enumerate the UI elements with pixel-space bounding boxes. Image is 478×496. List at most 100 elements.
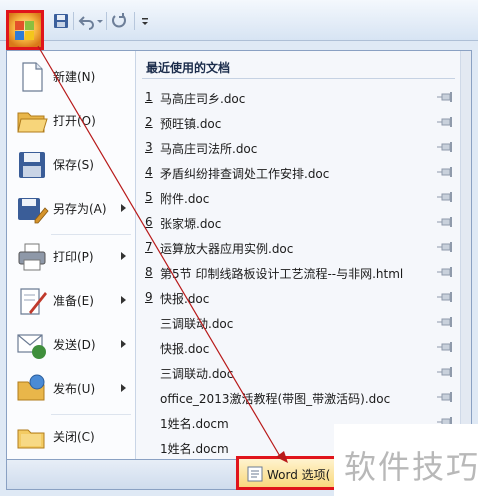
- watermark-area: 软件技巧: [334, 424, 478, 496]
- save-command-label: 保存(S): [53, 158, 94, 172]
- recent-document-number: 4: [145, 165, 153, 179]
- recent-document-item[interactable]: office_2013激活教程(带图_带激活码).doc: [136, 385, 461, 410]
- recent-document-item[interactable]: 三调联动.doc: [136, 360, 461, 385]
- quick-access-toolbar: [0, 0, 478, 41]
- recent-document-number: 6: [145, 215, 153, 229]
- undo-icon[interactable]: [78, 12, 96, 30]
- recent-document-name: 快报.doc: [160, 292, 210, 306]
- recent-document-number: 8: [145, 265, 153, 279]
- recent-document-item[interactable]: 8 第5节 印制线路板设计工艺流程--与非网.html: [136, 260, 461, 285]
- publish-command-label: 发布(U): [53, 382, 96, 396]
- publish-command[interactable]: 发布(U): [7, 369, 135, 409]
- customize-dropdown-icon[interactable]: [140, 12, 150, 30]
- vertical-scrollbar[interactable]: [460, 51, 471, 459]
- recent-document-name: 附件.doc: [160, 192, 210, 206]
- recent-document-name: 运算放大器应用实例.doc: [160, 242, 294, 256]
- pin-icon[interactable]: [437, 267, 453, 277]
- send-icon: [17, 334, 46, 359]
- recent-document-name: 马高庄司法所.doc: [160, 142, 258, 156]
- save-as-command[interactable]: 另存为(A): [7, 189, 135, 229]
- submenu-arrow-icon: [121, 204, 126, 212]
- save-disk-icon: [19, 152, 45, 178]
- pin-icon[interactable]: [437, 92, 453, 102]
- word-options-label: Word 选项(: [267, 468, 331, 482]
- submenu-arrow-icon: [121, 252, 126, 260]
- recent-documents-title: 最近使用的文档: [146, 61, 231, 75]
- office-logo-icon: [15, 21, 34, 40]
- recent-document-item[interactable]: 9 快报.doc: [136, 285, 461, 310]
- prepare-icon: [20, 288, 47, 315]
- new-document-icon: [22, 62, 43, 92]
- pin-icon[interactable]: [437, 242, 453, 252]
- save-command[interactable]: 保存(S): [7, 145, 135, 185]
- title-divider: [142, 78, 455, 79]
- recent-document-item[interactable]: 3 马高庄司法所.doc: [136, 135, 461, 160]
- pin-icon[interactable]: [437, 292, 453, 302]
- recent-document-number: 3: [145, 140, 153, 154]
- save-as-icon: [18, 198, 49, 224]
- recent-document-name: 三调联动.doc: [160, 367, 234, 381]
- submenu-arrow-icon: [121, 340, 126, 348]
- print-command[interactable]: 打印(P): [7, 237, 135, 277]
- open-command[interactable]: 打开(O): [7, 101, 135, 141]
- pin-icon[interactable]: [437, 342, 453, 352]
- office-menu: 新建(N) 打开(O) 保存(S) 另存为(A) 打印(P) 准备(E) 发送(…: [6, 50, 472, 460]
- submenu-arrow-icon: [121, 296, 126, 304]
- pin-icon[interactable]: [437, 167, 453, 177]
- recent-document-item[interactable]: 5 附件.doc: [136, 185, 461, 210]
- recent-document-item[interactable]: 6 张家塬.doc: [136, 210, 461, 235]
- word-options-button[interactable]: Word 选项(: [236, 456, 348, 490]
- close-command-label: 关闭(C): [53, 430, 95, 444]
- watermark-text: 软件技巧: [344, 448, 478, 486]
- pin-icon[interactable]: [437, 217, 453, 227]
- pin-icon[interactable]: [437, 192, 453, 202]
- recent-document-name: 第5节 印制线路板设计工艺流程--与非网.html: [160, 267, 404, 281]
- pin-icon[interactable]: [437, 392, 453, 402]
- pin-icon[interactable]: [437, 142, 453, 152]
- recent-document-number: 1: [145, 90, 153, 104]
- close-command[interactable]: 关闭(C): [7, 417, 135, 457]
- new-command-label: 新建(N): [53, 70, 96, 84]
- menu-divider: [51, 414, 131, 415]
- undo-dropdown-icon[interactable]: [96, 12, 104, 30]
- open-folder-icon: [17, 112, 48, 133]
- recent-document-item[interactable]: 2 预旺镇.doc: [136, 110, 461, 135]
- printer-icon: [18, 243, 46, 271]
- recent-document-name: 1姓名.docm: [160, 442, 229, 456]
- recent-document-name: 预旺镇.doc: [160, 117, 222, 131]
- word-options-icon: [247, 466, 263, 482]
- prepare-command[interactable]: 准备(E): [7, 281, 135, 321]
- command-list: 新建(N) 打开(O) 保存(S) 另存为(A) 打印(P) 准备(E) 发送(…: [7, 51, 136, 459]
- recent-document-item[interactable]: 三调联动.doc: [136, 310, 461, 335]
- save-as-command-label: 另存为(A): [53, 202, 107, 216]
- redo-icon[interactable]: [110, 12, 128, 30]
- submenu-arrow-icon: [121, 384, 126, 392]
- recent-document-name: office_2013激活教程(带图_带激活码).doc: [160, 392, 391, 406]
- recent-document-item[interactable]: 7 运算放大器应用实例.doc: [136, 235, 461, 260]
- word-office-menu-screen: 新建(N) 打开(O) 保存(S) 另存为(A) 打印(P) 准备(E) 发送(…: [0, 0, 478, 496]
- recent-document-name: 矛盾纠纷排查调处工作安排.doc: [160, 167, 330, 181]
- save-icon[interactable]: [52, 12, 70, 30]
- send-command-label: 发送(D): [53, 338, 96, 352]
- recent-documents-panel: 最近使用的文档 1 马高庄司乡.doc 2 预旺镇.doc 3 马高庄司法所.doc 4 矛盾…: [136, 51, 461, 459]
- publish-icon: [17, 374, 45, 401]
- office-button[interactable]: [6, 10, 44, 50]
- new-command[interactable]: 新建(N): [7, 57, 135, 97]
- pin-icon[interactable]: [437, 317, 453, 327]
- recent-document-item[interactable]: 1 马高庄司乡.doc: [136, 85, 461, 110]
- send-command[interactable]: 发送(D): [7, 325, 135, 365]
- menu-divider: [51, 234, 131, 235]
- recent-document-number: 9: [145, 290, 153, 304]
- toolbar-separator: [134, 12, 135, 30]
- recent-document-name: 张家塬.doc: [160, 217, 222, 231]
- recent-document-name: 马高庄司乡.doc: [160, 92, 246, 106]
- pin-icon[interactable]: [437, 367, 453, 377]
- print-command-label: 打印(P): [53, 250, 94, 264]
- recent-document-number: 5: [145, 190, 153, 204]
- recent-document-name: 快报.doc: [160, 342, 210, 356]
- pin-icon[interactable]: [437, 117, 453, 127]
- recent-document-item[interactable]: 快报.doc: [136, 335, 461, 360]
- recent-document-item[interactable]: 4 矛盾纠纷排查调处工作安排.doc: [136, 160, 461, 185]
- toolbar-separator: [73, 12, 74, 30]
- recent-document-name: 1姓名.docm: [160, 417, 229, 431]
